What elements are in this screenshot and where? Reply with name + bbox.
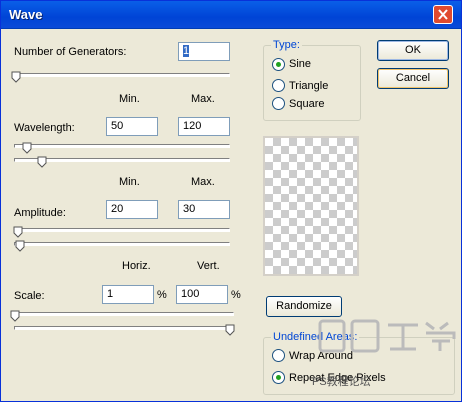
- close-button[interactable]: [433, 5, 453, 24]
- wavelength-max-field[interactable]: 120: [178, 117, 230, 136]
- window-title: Wave: [9, 7, 43, 22]
- wavelength-max-slider-thumb[interactable]: [37, 156, 47, 168]
- title-bar[interactable]: Wave: [1, 1, 461, 29]
- amplitude-min-field[interactable]: 20: [106, 200, 158, 219]
- scale-horiz-unit: %: [157, 289, 167, 301]
- type-radio-sine[interactable]: [272, 58, 285, 71]
- generators-field[interactable]: 1: [178, 42, 230, 61]
- scale-label: Scale:: [14, 290, 45, 302]
- type-radio-square[interactable]: [272, 97, 285, 110]
- scale-vert-slider-track[interactable]: [14, 326, 234, 330]
- preview-canvas: [263, 136, 359, 276]
- amplitude-min-slider-track[interactable]: [14, 228, 230, 232]
- wavelength-min-field[interactable]: 50: [106, 117, 158, 136]
- type-label-sine: Sine: [289, 58, 312, 70]
- wavelength-min-slider-thumb[interactable]: [22, 142, 32, 154]
- scale-horiz-field[interactable]: 1: [102, 285, 154, 304]
- type-group-label: Type:: [271, 39, 302, 51]
- vert-header: Vert.: [197, 260, 220, 272]
- scale-horiz-slider-track[interactable]: [14, 312, 234, 316]
- horiz-header: Horiz.: [122, 260, 151, 272]
- min-header: Min.: [119, 93, 140, 105]
- amplitude-max-slider-thumb[interactable]: [15, 240, 25, 252]
- undefined-radio-repeat[interactable]: [272, 371, 285, 384]
- max-header: Max.: [191, 93, 215, 105]
- cancel-button[interactable]: Cancel: [377, 68, 449, 89]
- amplitude-min-slider-thumb[interactable]: [13, 226, 23, 238]
- close-icon: [438, 9, 448, 20]
- scale-vert-slider-thumb[interactable]: [225, 324, 235, 336]
- min-header-2: Min.: [119, 176, 140, 188]
- randomize-button[interactable]: Randomize: [266, 296, 342, 317]
- generators-slider-thumb[interactable]: [11, 71, 21, 83]
- wavelength-min-slider-track[interactable]: [14, 144, 230, 148]
- type-radio-triangle[interactable]: [272, 79, 285, 92]
- generators-label: Number of Generators:: [14, 46, 127, 58]
- ok-button[interactable]: OK: [377, 40, 449, 61]
- max-header-2: Max.: [191, 176, 215, 188]
- wavelength-label: Wavelength:: [14, 122, 75, 134]
- amplitude-max-field[interactable]: 30: [178, 200, 230, 219]
- watermark-text: PS教程论坛: [312, 374, 371, 388]
- watermark-logo: PS教程论坛: [312, 319, 456, 388]
- generators-slider-track[interactable]: [14, 73, 230, 77]
- scale-vert-field[interactable]: 100: [176, 285, 228, 304]
- amplitude-max-slider-track[interactable]: [14, 242, 230, 246]
- undefined-radio-wrap[interactable]: [272, 349, 285, 362]
- scale-vert-unit: %: [231, 289, 241, 301]
- amplitude-label: Amplitude:: [14, 207, 66, 219]
- wave-dialog: Wave Number of Generators: 1 Min. Max. W…: [0, 0, 462, 402]
- scale-horiz-slider-thumb[interactable]: [10, 310, 20, 322]
- type-label-triangle: Triangle: [289, 80, 329, 92]
- type-label-square: Square: [289, 98, 325, 110]
